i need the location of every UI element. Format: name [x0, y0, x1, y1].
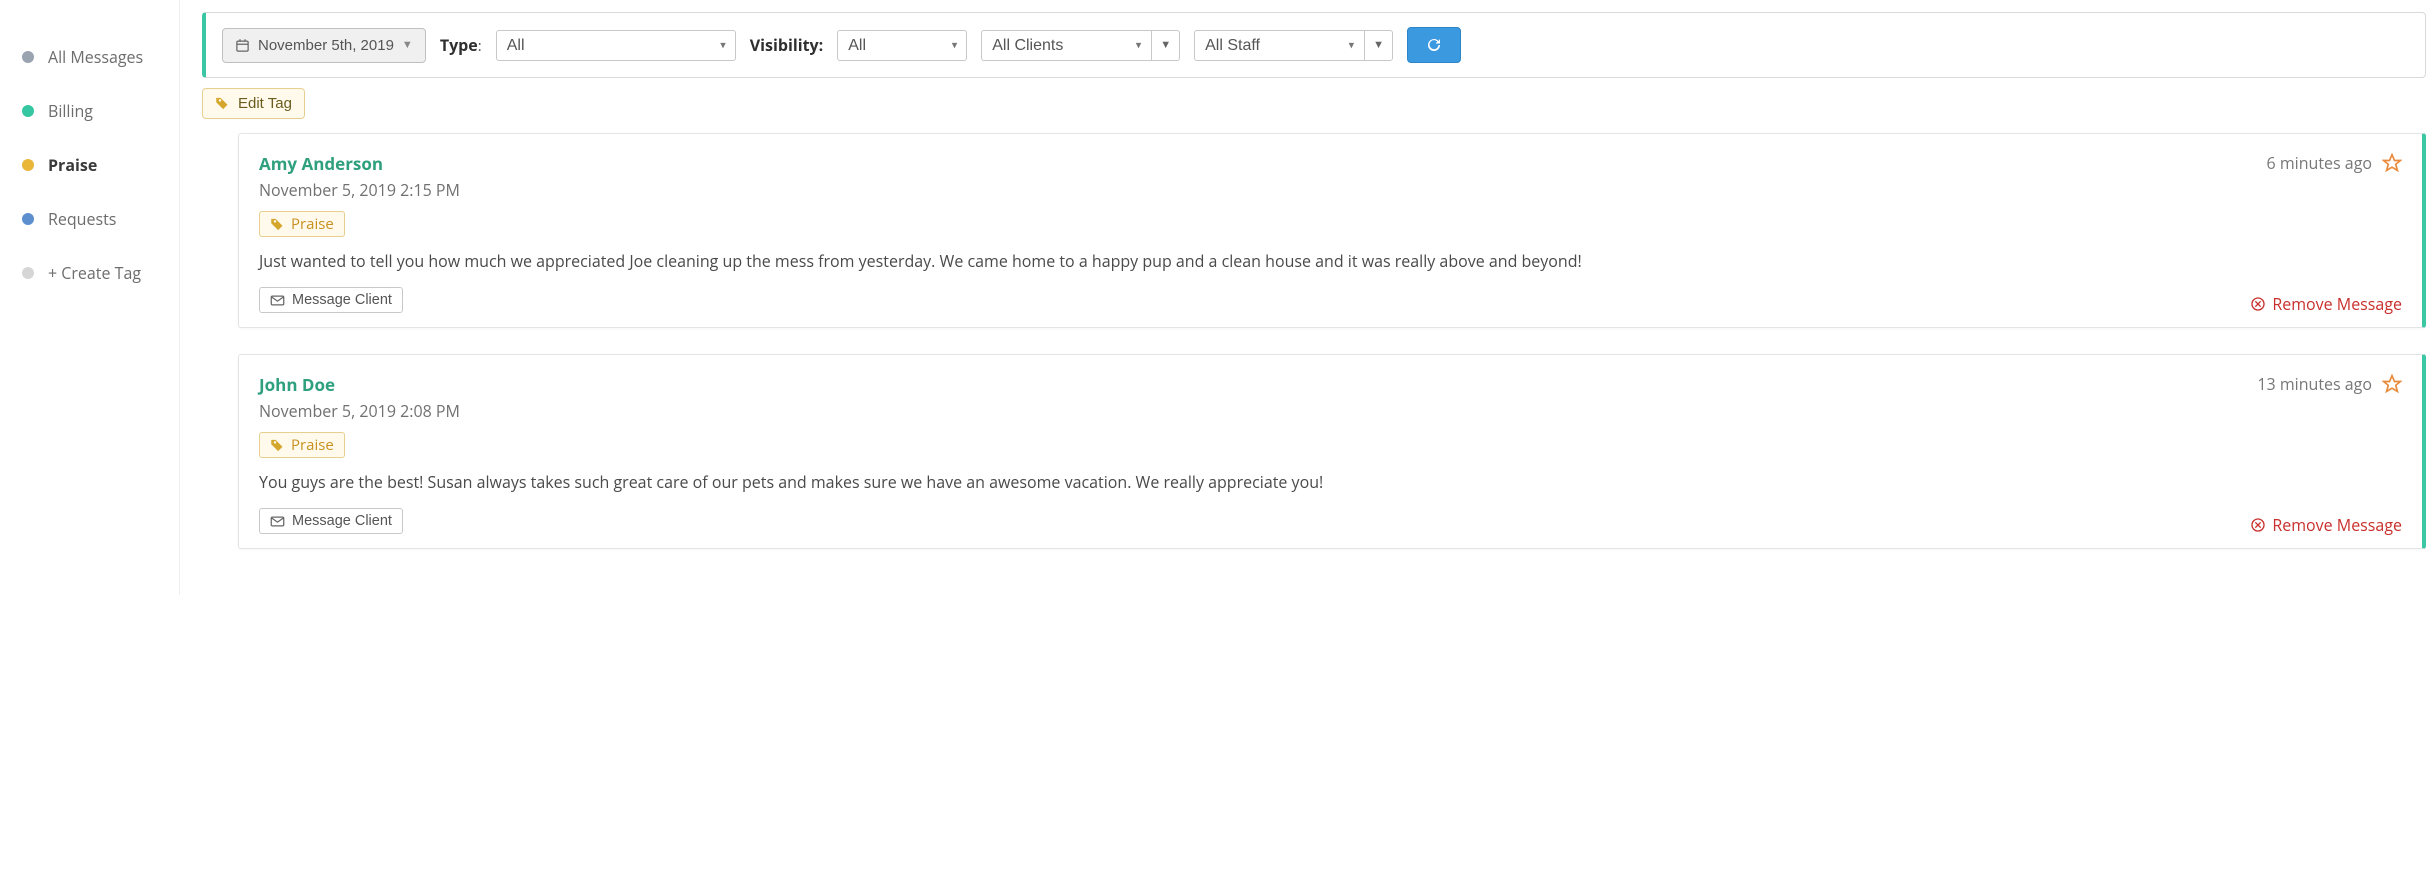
edit-tag-button[interactable]: Edit Tag — [202, 88, 305, 119]
sidebar-item-billing[interactable]: Billing — [0, 84, 179, 138]
envelope-icon — [270, 293, 285, 308]
star-button[interactable] — [2382, 374, 2402, 394]
message-tag[interactable]: Praise — [259, 211, 345, 237]
envelope-icon — [270, 514, 285, 529]
refresh-icon — [1425, 36, 1443, 54]
message-client-button[interactable]: Message Client — [259, 508, 403, 534]
edit-tag-row: Edit Tag — [202, 88, 2426, 119]
type-select[interactable]: All — [496, 30, 736, 61]
sidebar-item-requests[interactable]: Requests — [0, 192, 179, 246]
main-content: November 5th, 2019 ▼ Type: All Visibilit… — [180, 0, 2436, 595]
star-icon — [2382, 153, 2402, 173]
star-icon — [2382, 374, 2402, 394]
calendar-icon — [235, 38, 250, 53]
sidebar-item-label: Praise — [48, 154, 97, 176]
message-body: You guys are the best! Susan always take… — [259, 470, 2402, 494]
message-body: Just wanted to tell you how much we appr… — [259, 249, 2402, 273]
message-datetime: November 5, 2019 2:08 PM — [259, 400, 460, 422]
visibility-select-wrap: All — [837, 30, 967, 61]
message-relative-time: 13 minutes ago — [2257, 373, 2372, 395]
visibility-label: Visibility: — [750, 34, 824, 56]
message-client-button[interactable]: Message Client — [259, 287, 403, 313]
sidebar-item-label: Billing — [48, 100, 93, 122]
sidebar-item-create-tag[interactable]: + Create Tag — [0, 246, 179, 300]
remove-message-link[interactable]: Remove Message — [2250, 293, 2402, 315]
sidebar-item-label: + Create Tag — [48, 262, 141, 284]
date-range-button[interactable]: November 5th, 2019 ▼ — [222, 28, 426, 63]
sidebar-item-all-messages[interactable]: All Messages — [0, 30, 179, 84]
message-tag[interactable]: Praise — [259, 432, 345, 458]
message-card: John Doe November 5, 2019 2:08 PM Praise… — [238, 354, 2426, 549]
staff-select[interactable]: All Staff — [1194, 30, 1364, 61]
sidebar-item-label: All Messages — [48, 46, 143, 68]
tag-icon — [270, 438, 285, 453]
chevron-down-icon: ▼ — [402, 39, 413, 51]
sidebar: All Messages Billing Praise Requests + C… — [0, 0, 180, 595]
visibility-select[interactable]: All — [837, 30, 967, 61]
message-relative-time: 6 minutes ago — [2267, 152, 2372, 174]
tags-icon — [215, 96, 230, 111]
message-author[interactable]: Amy Anderson — [259, 152, 460, 175]
star-button[interactable] — [2382, 153, 2402, 173]
edit-tag-label: Edit Tag — [238, 95, 292, 112]
messages-list: Amy Anderson November 5, 2019 2:15 PM Pr… — [238, 133, 2426, 549]
staff-combo: All Staff ▼ — [1194, 30, 1393, 61]
remove-icon — [2250, 296, 2266, 312]
type-label: Type: — [440, 34, 482, 56]
clients-combo: All Clients ▼ — [981, 30, 1180, 61]
remove-message-link[interactable]: Remove Message — [2250, 514, 2402, 536]
clients-select[interactable]: All Clients — [981, 30, 1151, 61]
date-label: November 5th, 2019 — [258, 37, 394, 54]
type-select-wrap: All — [496, 30, 736, 61]
sidebar-item-label: Requests — [48, 208, 116, 230]
sidebar-item-praise[interactable]: Praise — [0, 138, 179, 192]
clients-dropdown-button[interactable]: ▼ — [1151, 30, 1180, 61]
dot-icon — [22, 51, 34, 63]
message-card: Amy Anderson November 5, 2019 2:15 PM Pr… — [238, 133, 2426, 328]
tag-icon — [270, 217, 285, 232]
refresh-button[interactable] — [1407, 27, 1461, 63]
staff-dropdown-button[interactable]: ▼ — [1364, 30, 1393, 61]
dot-icon — [22, 267, 34, 279]
dot-icon — [22, 105, 34, 117]
filter-bar: November 5th, 2019 ▼ Type: All Visibilit… — [202, 12, 2426, 78]
remove-icon — [2250, 517, 2266, 533]
dot-icon — [22, 213, 34, 225]
message-author[interactable]: John Doe — [259, 373, 460, 396]
message-datetime: November 5, 2019 2:15 PM — [259, 179, 460, 201]
dot-icon — [22, 159, 34, 171]
